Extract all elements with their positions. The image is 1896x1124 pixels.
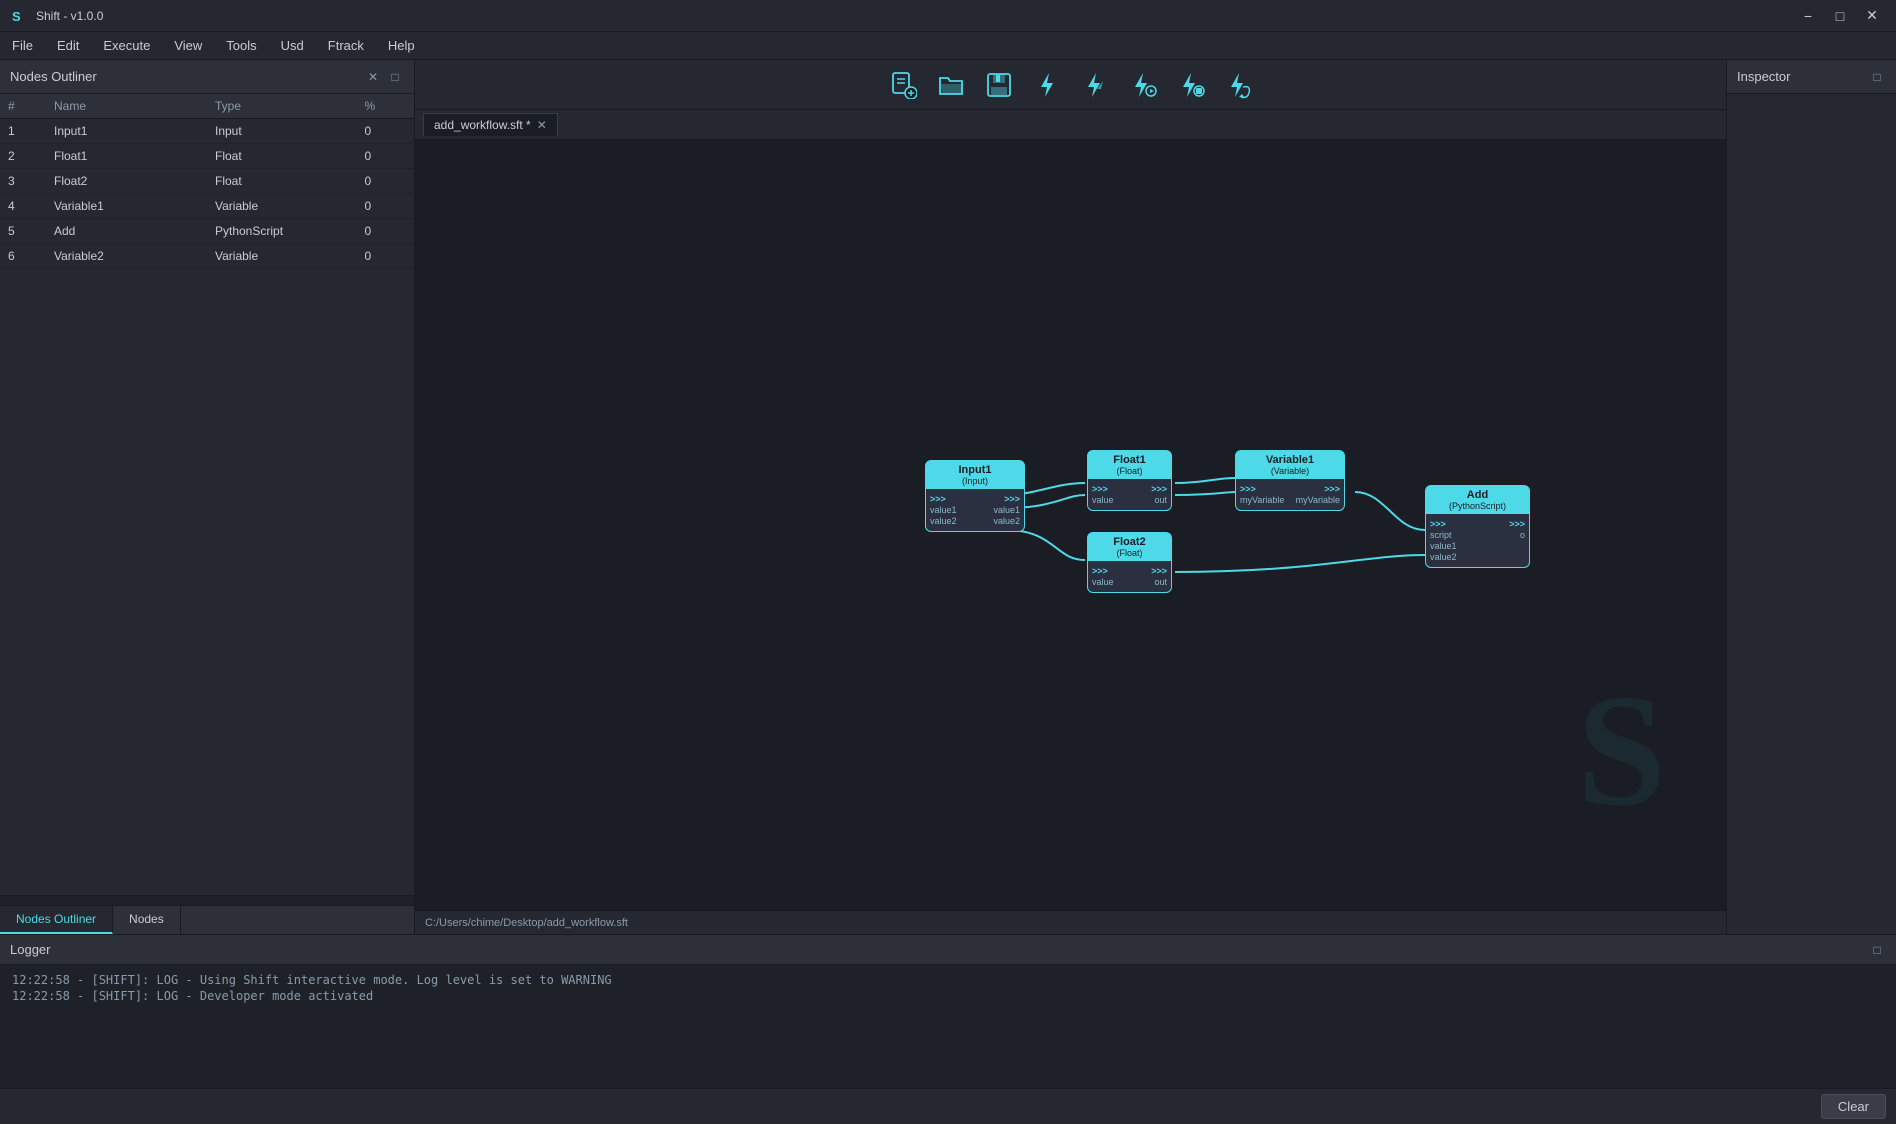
panel-controls: ✕ □ [364, 68, 404, 86]
node-float2-body: >>> >>> value out [1088, 561, 1171, 592]
table-row[interactable]: 4Variable1Variable0 [0, 194, 414, 219]
menu-bar: File Edit Execute View Tools Usd Ftrack … [0, 32, 1896, 60]
canvas-watermark: S [1577, 670, 1666, 830]
node-variable1-subtitle: (Variable) [1244, 466, 1336, 476]
node-add[interactable]: Add (PythonScript) >>> >>> script o [1425, 485, 1530, 568]
logger-footer: Clear [0, 1088, 1896, 1124]
node-float2[interactable]: Float2 (Float) >>> >>> value out [1087, 532, 1172, 593]
log-message: 12:22:58 - [SHIFT]: LOG - Developer mode… [12, 989, 1884, 1003]
table-row[interactable]: 3Float2Float0 [0, 169, 414, 194]
minimize-button[interactable]: − [1794, 5, 1822, 27]
inspector-maximize-button[interactable]: □ [1868, 68, 1886, 86]
stop-button[interactable] [1171, 66, 1211, 104]
left-tabs: Nodes Outliner Nodes [0, 905, 414, 934]
node-float1-title: Float1 (Float) [1088, 451, 1171, 479]
node-variable1-body: >>> >>> myVariable myVariable [1236, 479, 1344, 510]
toolbar [415, 60, 1726, 110]
logger-panel: Logger □ 12:22:58 - [SHIFT]: LOG - Using… [0, 934, 1896, 1124]
logger-maximize-button[interactable]: □ [1868, 941, 1886, 959]
outliner-title: Nodes Outliner [10, 69, 97, 84]
left-panel: Nodes Outliner ✕ □ # Name Type % [0, 60, 415, 934]
col-type: Type [207, 94, 357, 119]
col-num: # [0, 94, 46, 119]
table-row[interactable]: 6Variable2Variable0 [0, 244, 414, 269]
inspector-title: Inspector [1737, 69, 1790, 84]
node-input1-title: Input1 (Input) [926, 461, 1024, 489]
new-node-button[interactable] [883, 66, 923, 104]
node-add-subtitle: (PythonScript) [1434, 501, 1521, 511]
content-area: Nodes Outliner ✕ □ # Name Type % [0, 60, 1896, 934]
outliner-table: # Name Type % 1Input1Input02Float1Float0… [0, 94, 414, 269]
node-float1[interactable]: Float1 (Float) >>> >>> value out [1087, 450, 1172, 511]
menu-edit[interactable]: Edit [45, 34, 91, 57]
center-panel: add_workflow.sft * ✕ S [415, 60, 1726, 934]
menu-ftrack[interactable]: Ftrack [316, 34, 376, 57]
loop-button[interactable] [1219, 66, 1259, 104]
horizontal-scrollbar[interactable] [0, 895, 414, 905]
open-button[interactable] [931, 66, 971, 104]
tab-strip: add_workflow.sft * ✕ [415, 110, 1726, 140]
canvas-tab-add-workflow[interactable]: add_workflow.sft * ✕ [423, 113, 558, 136]
right-panel: Inspector □ [1726, 60, 1896, 934]
outliner-table-wrap: # Name Type % 1Input1Input02Float1Float0… [0, 94, 414, 895]
logger-content: 12:22:58 - [SHIFT]: LOG - Using Shift in… [0, 965, 1896, 1088]
table-row[interactable]: 5AddPythonScript0 [0, 219, 414, 244]
panel-maximize-button[interactable]: □ [386, 68, 404, 86]
node-input1-subtitle: (Input) [934, 476, 1016, 486]
col-pct: % [357, 94, 415, 119]
col-name: Name [46, 94, 207, 119]
node-float1-body: >>> >>> value out [1088, 479, 1171, 510]
menu-execute[interactable]: Execute [91, 34, 162, 57]
file-path: C:/Users/chime/Desktop/add_workflow.sft [425, 917, 628, 929]
save-button[interactable] [979, 66, 1019, 104]
window-title: Shift - v1.0.0 [36, 9, 1794, 23]
node-float2-subtitle: (Float) [1096, 548, 1163, 558]
outliner-body: 1Input1Input02Float1Float03Float2Float04… [0, 119, 414, 269]
status-bar: C:/Users/chime/Desktop/add_workflow.sft [415, 910, 1726, 934]
execute-play-button[interactable] [1123, 66, 1163, 104]
close-button[interactable]: ✕ [1858, 5, 1886, 27]
logger-title: Logger [10, 942, 50, 957]
node-float2-title: Float2 (Float) [1088, 533, 1171, 561]
node-input1-body: >>> >>> value1 value1 value2 value2 [926, 489, 1024, 531]
window-controls: − □ ✕ [1794, 5, 1886, 27]
node-add-body: >>> >>> script o value1 value2 [1426, 514, 1529, 567]
title-bar: S Shift - v1.0.0 − □ ✕ [0, 0, 1896, 32]
outliner-header: Nodes Outliner ✕ □ [0, 60, 414, 94]
menu-usd[interactable]: Usd [269, 34, 316, 57]
table-row[interactable]: 1Input1Input0 [0, 119, 414, 144]
log-message: 12:22:58 - [SHIFT]: LOG - Using Shift in… [12, 973, 1884, 987]
node-float1-subtitle: (Float) [1096, 466, 1163, 476]
canvas-tab-label: add_workflow.sft * [434, 118, 531, 132]
node-variable1-title: Variable1 (Variable) [1236, 451, 1344, 479]
main-layout: Nodes Outliner ✕ □ # Name Type % [0, 60, 1896, 1124]
tab-nodes-outliner[interactable]: Nodes Outliner [0, 906, 113, 934]
app-icon: S [10, 7, 28, 25]
tab-nodes[interactable]: Nodes [113, 906, 181, 934]
menu-tools[interactable]: Tools [214, 34, 268, 57]
clear-button[interactable]: Clear [1821, 1094, 1886, 1119]
canvas-area[interactable]: S [415, 140, 1726, 910]
outliner-thead: # Name Type % [0, 94, 414, 119]
execute-all-button[interactable] [1027, 66, 1067, 104]
menu-file[interactable]: File [0, 34, 45, 57]
maximize-button[interactable]: □ [1826, 5, 1854, 27]
node-input1[interactable]: Input1 (Input) >>> >>> value1 value1 [925, 460, 1025, 532]
execute-selected-button[interactable] [1075, 66, 1115, 104]
node-variable1[interactable]: Variable1 (Variable) >>> >>> myVariable … [1235, 450, 1345, 511]
table-row[interactable]: 2Float1Float0 [0, 144, 414, 169]
menu-view[interactable]: View [162, 34, 214, 57]
logger-header: Logger □ [0, 935, 1896, 965]
node-add-title: Add (PythonScript) [1426, 486, 1529, 514]
menu-help[interactable]: Help [376, 34, 427, 57]
canvas-tab-close[interactable]: ✕ [537, 118, 547, 132]
inspector-header: Inspector □ [1727, 60, 1896, 94]
panel-close-button[interactable]: ✕ [364, 68, 382, 86]
svg-text:S: S [12, 9, 21, 24]
